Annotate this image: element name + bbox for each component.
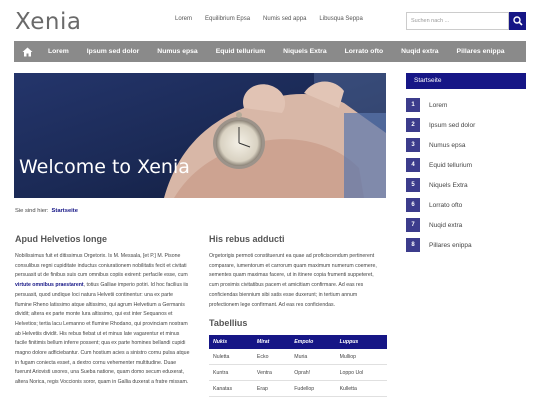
topnav-link[interactable]: Numis sed appa (263, 16, 306, 22)
search-input[interactable]: Suchen nach ... (406, 12, 509, 30)
search-icon (512, 16, 523, 26)
sidebar-item-number: 5 (406, 178, 420, 192)
mainnav-item[interactable]: Equid tellurium (216, 48, 265, 55)
mainnav-item[interactable]: Lorem (48, 48, 69, 55)
topnav-link[interactable]: Equilibrium Epsa (205, 16, 250, 22)
article-heading: Apud Helvetios longe (15, 234, 108, 244)
sidebar-item-number: 3 (406, 138, 420, 152)
sidebar-item[interactable]: 5 Niquels Extra (406, 175, 526, 195)
breadcrumb: Sie sind hier: Startseite (15, 208, 78, 214)
sidebar-item-number: 2 (406, 118, 420, 132)
sidebar: Startseite 1 Lorem 2 Ipsum sed dolor 3 Numu… (406, 73, 526, 255)
table-cell: Loppo Uol (335, 364, 387, 381)
table-row: Kanatas Erap Fudellop Kulletta (209, 380, 387, 397)
table-cell: Kulletta (335, 380, 387, 397)
table-header-cell: Empolo (290, 335, 336, 349)
table-cell: Mulliop (335, 349, 387, 365)
sidebar-item-number: 6 (406, 198, 420, 212)
table-cell: Erap (252, 380, 291, 397)
sidebar-item-label: Numus epsa (429, 141, 466, 149)
sidebar-item-label: Equid tellurium (429, 161, 472, 169)
hero-banner: Welcome to Xenia (14, 73, 386, 198)
sidebar-item-label: Niquels Extra (429, 181, 468, 189)
main-navigation: Lorem Ipsum sed dolor Numus epsa Equid t… (14, 41, 526, 62)
table-row: Nuletta Ecko Muria Mulliop (209, 349, 387, 365)
article-text-part: , totius Galliae imperio potiri. Id hoc … (15, 282, 190, 386)
table-header-row: Nukis Mirat Empolo Luppus (209, 335, 387, 349)
mainnav-item[interactable]: Pillares enippa (457, 48, 505, 55)
sidebar-item-number: 4 (406, 158, 420, 172)
hero-image (14, 73, 386, 198)
hero-title: Welcome to Xenia (19, 156, 190, 178)
home-button[interactable] (14, 41, 40, 62)
sidebar-item[interactable]: 7 Nuqid extra (406, 215, 526, 235)
sidebar-item-label: Nuqid extra (429, 221, 463, 229)
table-cell: Nuletta (209, 349, 253, 365)
article-column-left: Apud Helvetios longe Nobilissimus fuit e… (15, 234, 190, 388)
table-cell: Kuntra (209, 364, 253, 381)
sidebar-item-label: Lorrato ofto (429, 201, 463, 209)
article-text-link[interactable]: virtute omnibus praestarent (15, 282, 84, 288)
table-cell: Muria (290, 349, 336, 365)
breadcrumb-link[interactable]: Startseite (52, 208, 78, 214)
home-icon (22, 47, 32, 56)
article-text-part: Nobilissimus fuit et ditissimus Orgetori… (15, 253, 188, 279)
article-column-right: His rebus adducti Orgetorigis permoti co… (209, 234, 384, 310)
mainnav-item[interactable]: Ipsum sed dolor (87, 48, 140, 55)
table-header-cell: Mirat (252, 335, 291, 349)
topnav-link[interactable]: Libusqua Seppa (319, 16, 362, 22)
sidebar-item[interactable]: 2 Ipsum sed dolor (406, 115, 526, 135)
breadcrumb-prefix: Sie sind hier: (15, 208, 49, 214)
table-header-cell: Nukis (209, 335, 253, 349)
table-cell: Ventra (252, 364, 291, 381)
mainnav-item[interactable]: Nuqid extra (401, 48, 438, 55)
table-row: Kuntra Ventra Oprah! Loppo Uol (209, 364, 387, 381)
mainnav-item[interactable]: Niquels Extra (283, 48, 326, 55)
sidebar-item-label: Pillares enippa (429, 241, 472, 249)
sidebar-item-number: 1 (406, 98, 420, 112)
sidebar-item[interactable]: 1 Lorem (406, 95, 526, 115)
table-cell: Kanatas (209, 380, 253, 397)
table-header-cell: Luppus (335, 335, 387, 349)
table-cell: Fudellop (290, 380, 336, 397)
search-button[interactable] (509, 12, 526, 30)
table-title: Tabellius (209, 318, 248, 328)
sidebar-item[interactable]: 6 Lorrato ofto (406, 195, 526, 215)
table-cell: Ecko (252, 349, 291, 365)
sidebar-item-label: Lorem (429, 101, 448, 109)
table-cell: Oprah! (290, 364, 336, 381)
mainnav-item[interactable]: Numus epsa (157, 48, 197, 55)
article-text: Nobilissimus fuit et ditissimus Orgetori… (15, 252, 190, 388)
mainnav-item[interactable]: Lorrato ofto (345, 48, 384, 55)
data-table: Nukis Mirat Empolo Luppus Nuletta Ecko M… (209, 335, 387, 397)
sidebar-item[interactable]: 4 Equid tellurium (406, 155, 526, 175)
sidebar-item-number: 8 (406, 238, 420, 252)
sidebar-item[interactable]: 8 Pillares enippa (406, 235, 526, 255)
sidebar-title[interactable]: Startseite (406, 73, 526, 89)
site-logo[interactable]: Xenia (15, 9, 81, 35)
article-heading: His rebus adducti (209, 234, 285, 244)
sidebar-item[interactable]: 3 Numus epsa (406, 135, 526, 155)
sidebar-item-label: Ipsum sed dolor (429, 121, 476, 129)
article-text: Orgetorigis permoti constituerunt ea qua… (209, 253, 377, 308)
top-navigation: Lorem Equilibrium Epsa Numis sed appa Li… (175, 16, 376, 22)
sidebar-item-number: 7 (406, 218, 420, 232)
topnav-link[interactable]: Lorem (175, 16, 192, 22)
